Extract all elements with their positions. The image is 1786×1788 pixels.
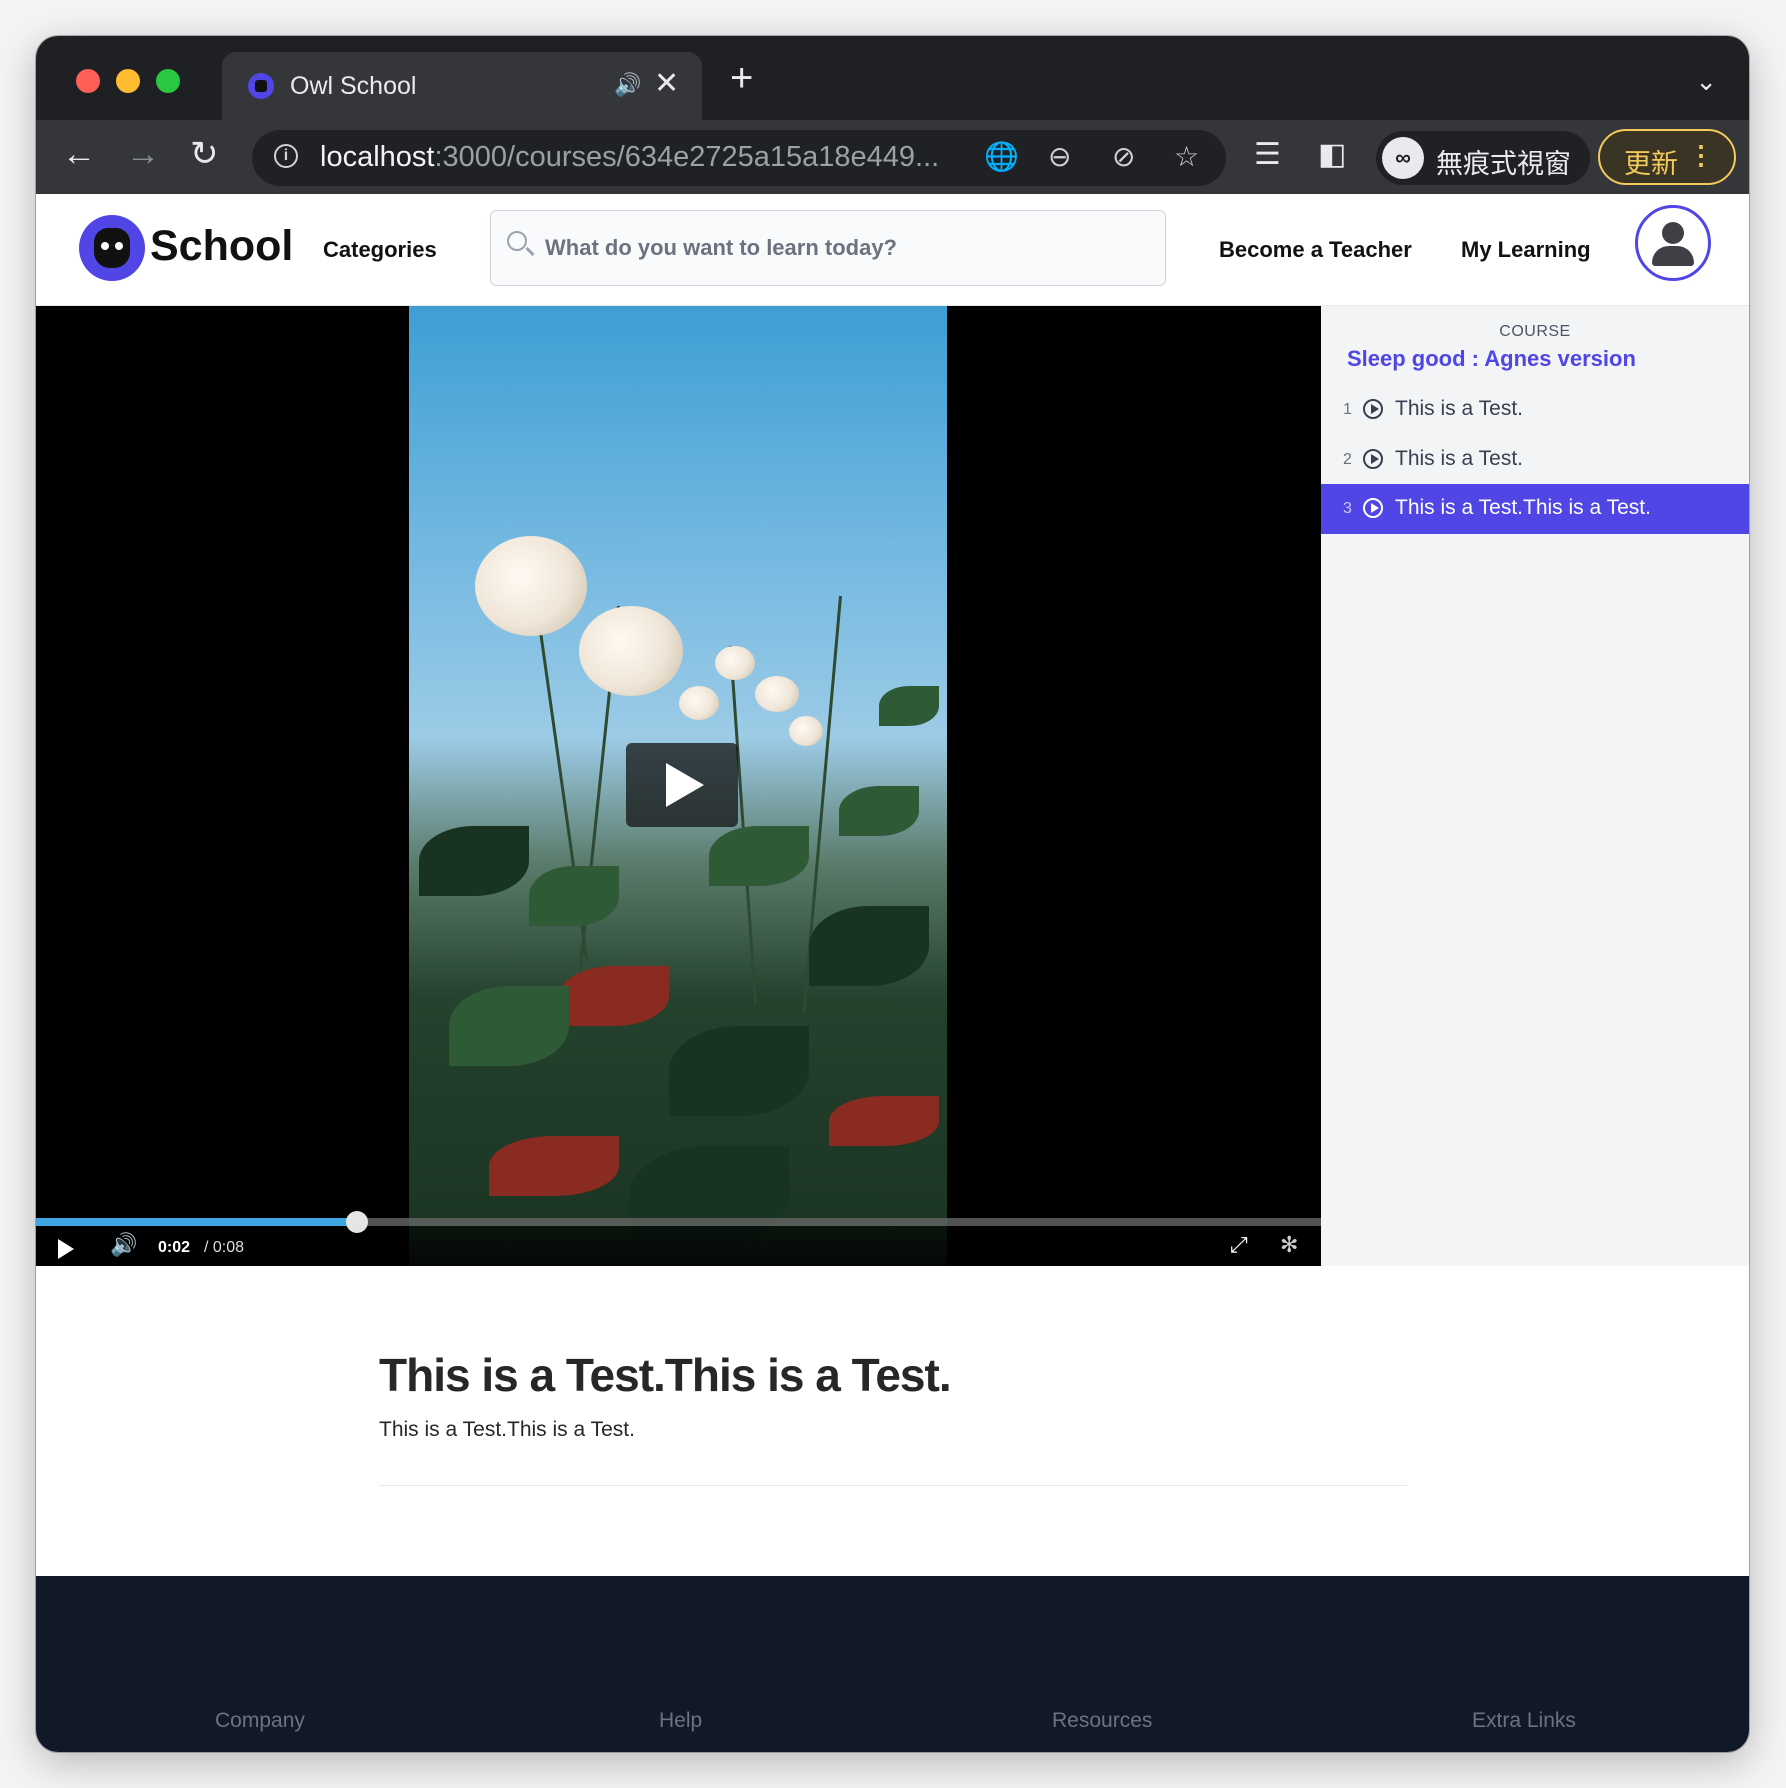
more-vert-icon[interactable]: ⋮	[1688, 140, 1714, 171]
course-sidebar: COURSE Sleep good : Agnes version 1 This…	[1321, 306, 1749, 1266]
info-icon[interactable]: i	[274, 144, 298, 168]
incognito-indicator[interactable]: ∞ 無痕式視窗	[1376, 131, 1590, 185]
play-circle-icon	[1363, 498, 1383, 518]
chevron-down-icon[interactable]: ⌄	[1695, 66, 1717, 97]
speaker-icon[interactable]: 🔊	[614, 72, 641, 98]
logo-text[interactable]: School	[150, 222, 293, 271]
play-icon[interactable]	[58, 1239, 74, 1259]
avatar[interactable]	[1635, 205, 1711, 281]
search-box[interactable]	[490, 210, 1166, 286]
translate-icon[interactable]: 🌐	[984, 140, 1019, 173]
lesson-title: This is a Test.	[1395, 397, 1523, 420]
lesson-title: This is a Test.	[1395, 447, 1523, 470]
big-play-button[interactable]	[626, 743, 738, 827]
current-time: 0:02	[158, 1239, 191, 1256]
reload-button[interactable]: ↻	[190, 134, 219, 174]
lesson-item[interactable]: 2 This is a Test.	[1321, 435, 1749, 485]
search-icon	[507, 231, 527, 251]
back-button[interactable]: ←	[62, 134, 96, 174]
star-icon[interactable]: ☆	[1174, 140, 1199, 173]
zoom-out-icon[interactable]: ⊖	[1048, 140, 1071, 173]
browser-window: Owl School 🔊 ✕ + ⌄ ← → ↻ i localhost:300…	[36, 36, 1749, 1752]
lesson-content: This is a Test.This is a Test. This is a…	[36, 1266, 1749, 1576]
lesson-number: 2	[1343, 451, 1352, 468]
lesson-description: This is a Test.This is a Test.	[379, 1418, 635, 1441]
footer-resources-link[interactable]: Resources	[1052, 1709, 1152, 1733]
user-icon	[1662, 222, 1684, 244]
my-learning-link[interactable]: My Learning	[1461, 237, 1591, 263]
url-text[interactable]: localhost:3000/courses/634e2725a15a18e44…	[320, 141, 939, 174]
become-teacher-link[interactable]: Become a Teacher	[1219, 237, 1412, 263]
duration: / 0:08	[204, 1239, 245, 1256]
browser-toolbar: ← → ↻ i localhost:3000/courses/634e2725a…	[36, 120, 1749, 194]
loading-spinner-icon: ✻	[1280, 1232, 1299, 1257]
progress-fill	[36, 1218, 358, 1226]
search-input[interactable]	[543, 229, 1147, 267]
eye-off-icon[interactable]: ⊘	[1112, 140, 1135, 173]
footer-help-link[interactable]: Help	[659, 1709, 702, 1733]
incognito-icon: ∞	[1382, 137, 1424, 179]
owl-favicon-icon	[248, 73, 274, 99]
incognito-label: 無痕式視窗	[1436, 149, 1571, 179]
address-bar[interactable]: i localhost:3000/courses/634e2725a15a18e…	[252, 130, 1226, 186]
lesson-number: 1	[1343, 401, 1352, 418]
site-header: School Categories Become a Teacher My Le…	[36, 194, 1749, 306]
progress-bar[interactable]	[36, 1211, 1321, 1233]
media-queue-icon[interactable]: ☰	[1254, 137, 1281, 172]
course-title[interactable]: Sleep good : Agnes version	[1347, 346, 1636, 372]
maximize-window-button[interactable]	[156, 69, 180, 93]
browser-tab[interactable]: Owl School 🔊 ✕	[222, 52, 702, 120]
footer-company-link[interactable]: Company	[215, 1709, 305, 1733]
forward-button[interactable]: →	[126, 134, 160, 174]
site-footer: Company Help Resources Extra Links	[36, 1576, 1749, 1752]
footer-extra-links-link[interactable]: Extra Links	[1472, 1709, 1576, 1733]
minimize-window-button[interactable]	[116, 69, 140, 93]
close-tab-icon[interactable]: ✕	[654, 66, 679, 101]
tab-strip: Owl School 🔊 ✕ + ⌄	[36, 36, 1749, 120]
video-player[interactable]: 🔊 0:02 / 0:08 ⤢ ✻	[36, 306, 1321, 1266]
fullscreen-icon[interactable]: ⤢	[1230, 1232, 1248, 1258]
lesson-item[interactable]: 1 This is a Test.	[1321, 385, 1749, 435]
course-label: COURSE	[1499, 323, 1571, 340]
categories-link[interactable]: Categories	[323, 237, 437, 263]
divider	[379, 1485, 1407, 1486]
lesson-item-active[interactable]: 3 This is a Test.This is a Test.	[1321, 484, 1749, 534]
play-circle-icon	[1363, 399, 1383, 419]
new-tab-button[interactable]: +	[730, 58, 753, 98]
lesson-number: 3	[1343, 500, 1352, 517]
close-window-button[interactable]	[76, 69, 100, 93]
volume-icon[interactable]: 🔊	[110, 1232, 137, 1258]
lesson-heading: This is a Test.This is a Test.	[379, 1349, 952, 1401]
update-label: 更新	[1624, 149, 1678, 179]
owl-logo-icon[interactable]	[79, 215, 145, 281]
tab-title: Owl School	[290, 72, 417, 100]
play-circle-icon	[1363, 449, 1383, 469]
update-button[interactable]: 更新 ⋮	[1598, 129, 1736, 185]
lesson-title: This is a Test.This is a Test.	[1395, 496, 1651, 519]
side-panel-icon[interactable]: ◧	[1318, 137, 1346, 172]
